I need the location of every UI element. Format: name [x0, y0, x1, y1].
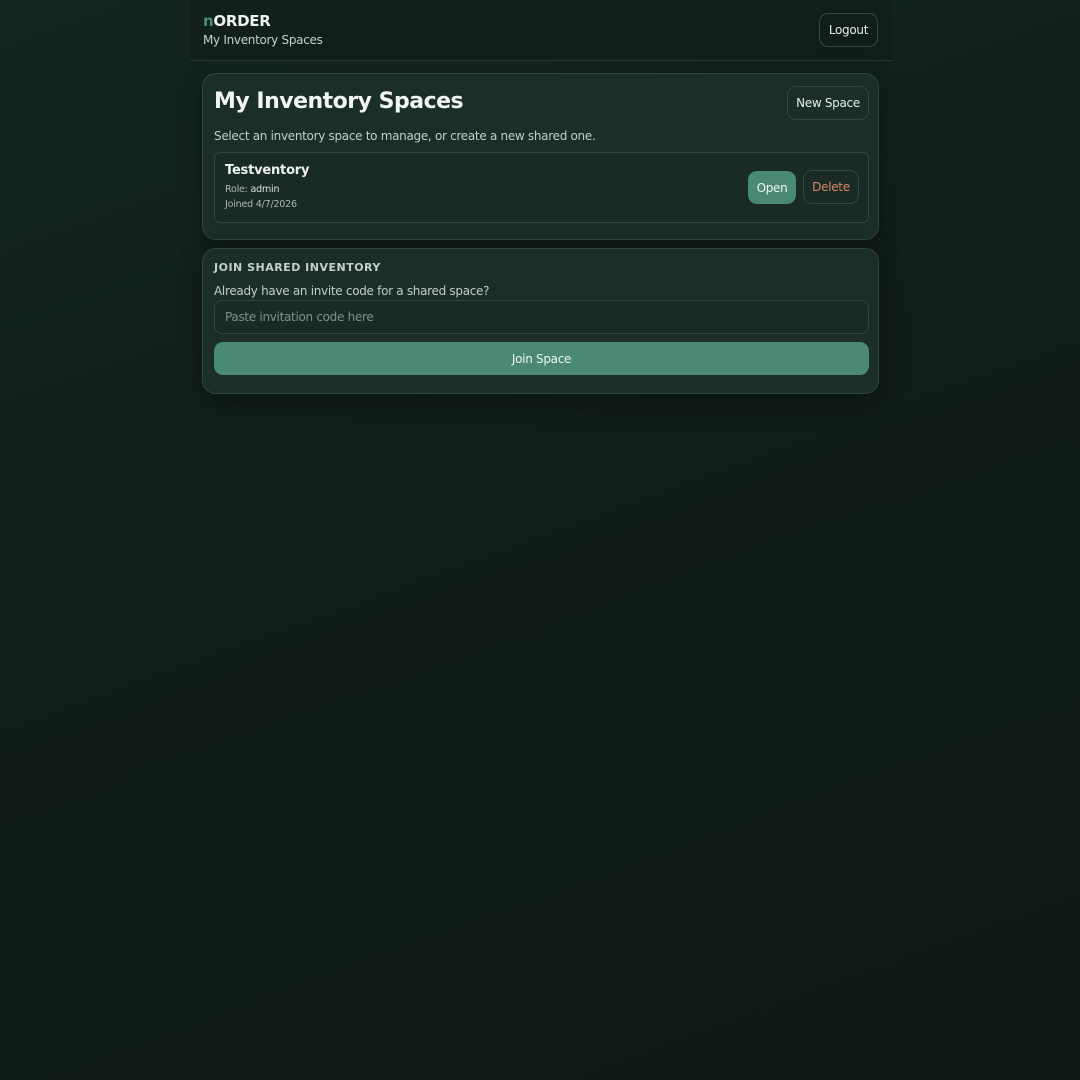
- brand-name: ORDER: [213, 12, 271, 30]
- new-space-button[interactable]: New Space: [787, 86, 869, 120]
- app-container: nORDER My Inventory Spaces Logout My Inv…: [190, 0, 892, 1080]
- spaces-description: Select an inventory space to manage, or …: [214, 129, 596, 143]
- brand-accent: n: [203, 12, 214, 30]
- space-list-item: Testventory Role: admin Joined 4/7/2026 …: [214, 152, 869, 223]
- spaces-card: My Inventory Spaces New Space Select an …: [202, 73, 879, 240]
- space-name: Testventory: [225, 163, 310, 178]
- join-heading: JOIN SHARED INVENTORY: [214, 261, 381, 274]
- page-title: My Inventory Spaces: [214, 89, 464, 114]
- space-joined-date: Joined 4/7/2026: [225, 199, 297, 210]
- join-card: JOIN SHARED INVENTORY Already have an in…: [202, 248, 879, 394]
- space-role-label: Role:: [225, 184, 248, 195]
- space-role: Role: admin: [225, 184, 279, 195]
- open-space-button[interactable]: Open: [748, 171, 796, 204]
- brand-logo: nORDER: [203, 12, 271, 30]
- join-description: Already have an invite code for a shared…: [214, 284, 490, 298]
- space-role-value: admin: [250, 184, 280, 195]
- top-bar: nORDER My Inventory Spaces Logout: [190, 0, 892, 61]
- delete-space-button[interactable]: Delete: [803, 170, 859, 204]
- join-space-button[interactable]: Join Space: [214, 342, 869, 375]
- invite-code-input[interactable]: [214, 300, 869, 334]
- logout-button[interactable]: Logout: [819, 13, 878, 47]
- page-subtitle: My Inventory Spaces: [203, 33, 323, 47]
